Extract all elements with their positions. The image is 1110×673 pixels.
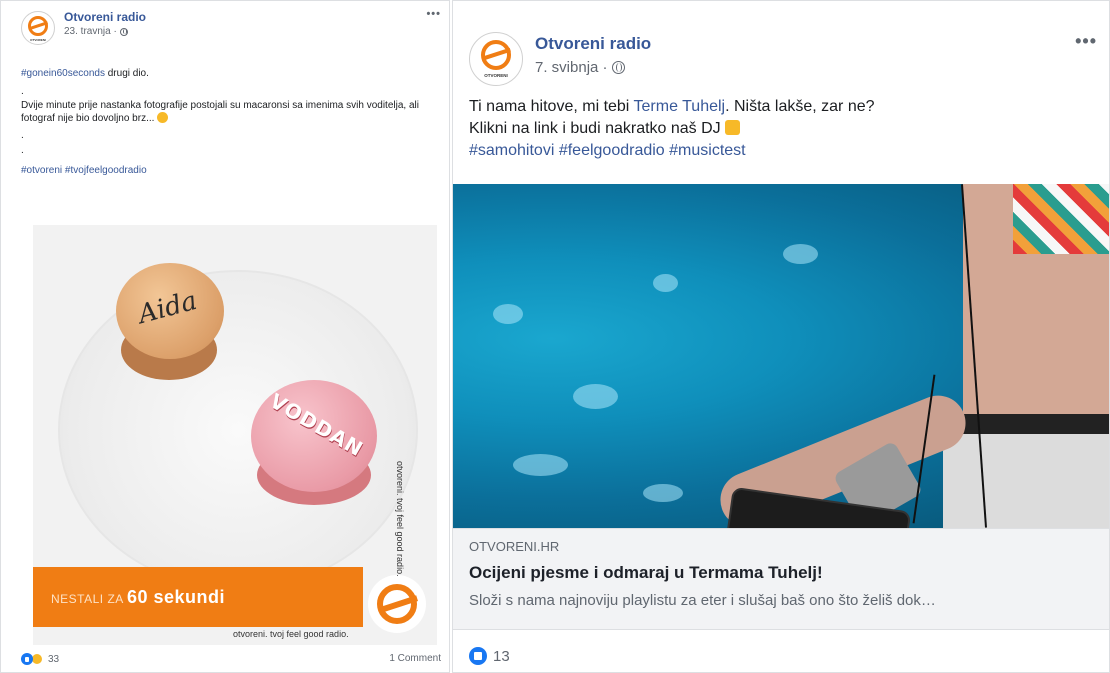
reaction-summary[interactable]: 33 — [21, 653, 59, 665]
comments-link[interactable]: 1 Comment — [389, 653, 441, 665]
page-avatar[interactable]: OTVORENI — [21, 11, 55, 45]
pointing-down-emoji-icon — [725, 120, 741, 135]
water-sparkle — [643, 484, 683, 502]
post-text: #gonein60seconds drugi dio. . Dvije minu… — [21, 67, 441, 177]
link-description: Složi s nama najnoviju playlistu za eter… — [469, 592, 936, 609]
post-date-link[interactable]: 7. svibnja — [535, 59, 598, 76]
hashtags-link[interactable]: #otvoreni #tvojfeelgoodradio — [21, 164, 441, 177]
post-dot: . — [21, 130, 24, 141]
page-name-link[interactable]: Otvoreni radio — [535, 34, 651, 54]
bottom-slogan: otvoreni. tvoj feel good radio. — [233, 629, 349, 639]
avatar-label: OTVORENI — [484, 73, 508, 78]
post-text-line: drugi dio. — [104, 68, 149, 79]
post-dot: . — [21, 145, 24, 156]
post-header: OTVORENI Otvoreni radio 7. svibnja · ••• — [453, 1, 1109, 95]
water-sparkle — [513, 454, 568, 476]
page-name-link[interactable]: Otvoreni radio — [64, 10, 146, 24]
hashtag-link[interactable]: #gonein60seconds — [21, 68, 105, 79]
promo-bold: 60 sekundi — [126, 587, 226, 607]
post-date-link[interactable]: 23. travnja — [64, 26, 111, 37]
link-preview[interactable]: OTVORENI.HR Ocijeni pjesme i odmaraj u T… — [453, 528, 1109, 630]
link-domain: OTVORENI.HR — [469, 539, 560, 554]
globe-icon[interactable] — [119, 27, 128, 36]
post-text-line: . Ništa lakše, zar ne? — [725, 98, 875, 115]
hashtags-link[interactable]: #samohitovi #feelgoodradio #musictest — [469, 140, 1099, 162]
water-sparkle — [493, 304, 523, 324]
page-avatar[interactable]: OTVORENI — [469, 32, 523, 86]
water-sparkle — [653, 274, 678, 292]
left-post: OTVORENI Otvoreni radio 23. travnja · ••… — [0, 0, 450, 673]
bikini-top — [1013, 184, 1109, 254]
avatar-label: OTVORENI — [30, 38, 46, 42]
post-text: Ti nama hitove, mi tebi Terme Tuhelj. Ni… — [469, 96, 1099, 162]
water-sparkle — [573, 384, 618, 409]
post-footer: 33 1 Comment — [21, 653, 441, 665]
like-icon — [21, 653, 33, 665]
terme-tuhelj-link[interactable]: Terme Tuhelj — [634, 98, 726, 115]
post-header: OTVORENI Otvoreni radio 23. travnja · ••… — [1, 1, 449, 67]
separator-dot: · — [110, 26, 117, 37]
reaction-count[interactable]: 13 — [493, 648, 510, 665]
globe-icon[interactable] — [611, 61, 625, 74]
laughing-emoji-icon — [157, 112, 169, 123]
more-options-icon[interactable]: ••• — [426, 8, 441, 20]
post-footer: 13 — [469, 647, 510, 665]
promo-prefix: NESTALI ZA — [51, 592, 127, 606]
reaction-count: 33 — [48, 653, 60, 665]
post-dot: . — [21, 86, 24, 97]
separator-dot: · — [598, 59, 608, 76]
promo-band: NESTALI ZA 60 sekundi — [33, 567, 363, 627]
link-title[interactable]: Ocijeni pjesme i odmaraj u Termama Tuhel… — [469, 563, 1095, 583]
right-post: OTVORENI Otvoreni radio 7. svibnja · •••… — [452, 0, 1110, 673]
shorts — [943, 434, 1109, 528]
post-text-line: Klikni na link i budi nakratko naš DJ — [469, 120, 721, 137]
radio-logo-icon — [368, 575, 426, 633]
post-body-text: Dvije minute prije nastanka fotografije … — [21, 100, 419, 124]
water-sparkle — [783, 244, 818, 264]
like-icon[interactable] — [469, 647, 487, 665]
post-text-line: Ti nama hitove, mi tebi — [469, 98, 634, 115]
more-options-icon[interactable]: ••• — [1075, 31, 1097, 52]
post-image[interactable]: Aida VODDAN NESTALI ZA 60 sekundi — [33, 225, 437, 645]
side-slogan: otvoreni. tvoj feel good radio. — [395, 461, 405, 577]
link-preview-image[interactable] — [453, 184, 1109, 528]
